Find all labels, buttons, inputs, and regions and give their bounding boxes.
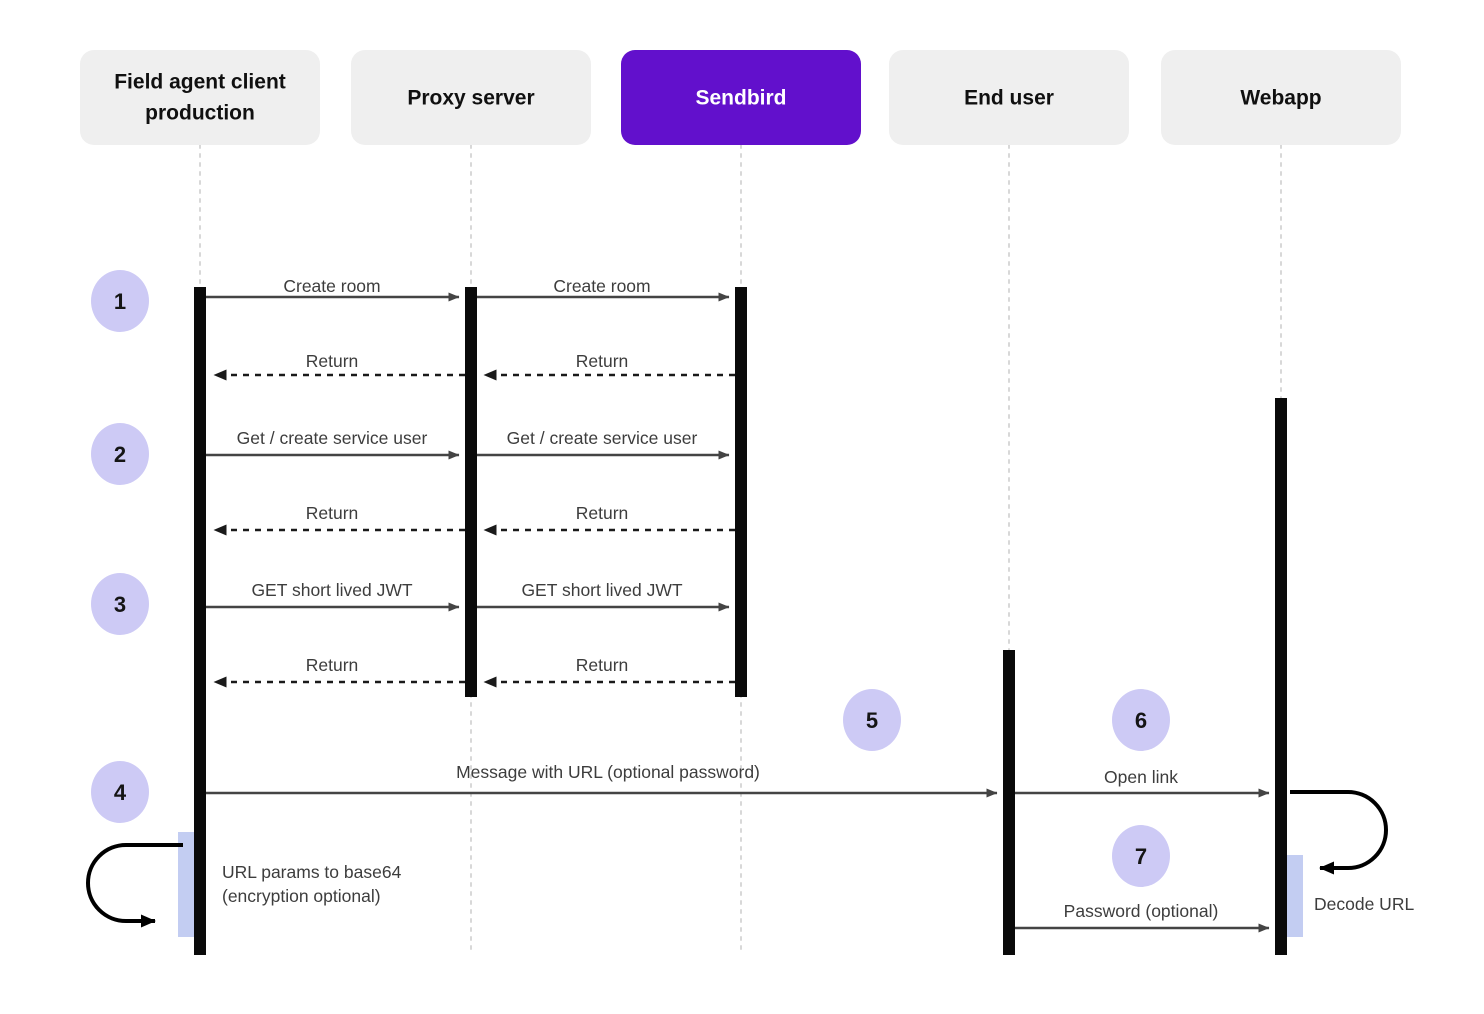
message-group-step-6: Open link <box>1015 767 1270 798</box>
step-badge-1[interactable]: 1 <box>91 270 149 332</box>
activation-accent-field-agent <box>178 832 195 937</box>
participant-label-field-agent-line2: production <box>145 102 255 125</box>
sequence-diagram-canvas: Field agent client production Proxy serv… <box>80 50 1414 955</box>
self-message-field-agent: URL params to base64 (encryption optiona… <box>86 843 402 928</box>
message-label-m2br: Return <box>576 503 629 523</box>
activation-field-agent <box>194 287 206 955</box>
step-badge-2[interactable]: 2 <box>91 423 149 485</box>
message-label-m3b: GET short lived JWT <box>521 580 682 600</box>
message-label-m3br: Return <box>576 655 629 675</box>
self-message-label-field-agent-line1: URL params to base64 <box>222 862 402 882</box>
message-label-m1b: Create room <box>553 276 650 296</box>
activation-webapp <box>1275 398 1287 955</box>
step-badge-number-4: 4 <box>114 780 127 805</box>
participant-label-proxy-server: Proxy server <box>407 87 534 110</box>
step-badge-number-2: 2 <box>114 442 126 467</box>
participant-webapp[interactable]: Webapp <box>1161 50 1401 145</box>
step-badge-number-5: 5 <box>866 708 878 733</box>
message-group-step-7: Password (optional) <box>1015 901 1270 933</box>
step-badge-number-6: 6 <box>1135 708 1147 733</box>
self-message-label-field-agent-line2: (encryption optional) <box>222 886 381 906</box>
step-badge-6[interactable]: 6 <box>1112 689 1170 751</box>
activation-proxy-server <box>465 287 477 697</box>
message-label-m7: Password (optional) <box>1064 901 1219 921</box>
message-label-m6: Open link <box>1104 767 1178 787</box>
step-badge-4[interactable]: 4 <box>91 761 149 823</box>
participant-label-end-user: End user <box>964 87 1054 110</box>
participant-headers: Field agent client production Proxy serv… <box>80 50 1401 145</box>
step-badge-3[interactable]: 3 <box>91 573 149 635</box>
step-badge-number-7: 7 <box>1135 844 1147 869</box>
message-label-m2b: Get / create service user <box>507 428 698 448</box>
message-label-m3a: GET short lived JWT <box>251 580 412 600</box>
message-label-m1a: Create room <box>283 276 380 296</box>
activation-sendbird <box>735 287 747 697</box>
participant-label-sendbird: Sendbird <box>695 87 786 110</box>
step-badge-7[interactable]: 7 <box>1112 825 1170 887</box>
participant-sendbird[interactable]: Sendbird <box>621 50 861 145</box>
message-label-m1ar: Return <box>306 351 359 371</box>
participant-end-user[interactable]: End user <box>889 50 1129 145</box>
self-message-webapp: Decode URL <box>1290 790 1414 914</box>
participant-proxy-server[interactable]: Proxy server <box>351 50 591 145</box>
participant-label-field-agent-line1: Field agent client <box>114 71 286 94</box>
message-label-m3ar: Return <box>306 655 359 675</box>
message-group-step-4: Message with URL (optional password) <box>206 762 998 798</box>
message-label-m4: Message with URL (optional password) <box>456 762 760 782</box>
message-label-m2a: Get / create service user <box>237 428 428 448</box>
message-label-m1br: Return <box>576 351 629 371</box>
self-loop-arrow-field-agent <box>86 843 183 928</box>
self-message-label-webapp-line1: Decode URL <box>1314 894 1414 914</box>
sequence-diagram: Field agent client production Proxy serv… <box>0 0 1484 1014</box>
participant-field-agent[interactable]: Field agent client production <box>80 50 320 145</box>
activation-end-user <box>1003 650 1015 955</box>
participant-box-field-agent <box>80 50 320 145</box>
message-label-m2ar: Return <box>306 503 359 523</box>
participant-label-webapp: Webapp <box>1240 87 1321 110</box>
step-badge-5[interactable]: 5 <box>843 689 901 751</box>
step-badge-number-1: 1 <box>114 289 126 314</box>
activation-accent-webapp <box>1286 855 1303 937</box>
step-badge-number-3: 3 <box>114 592 126 617</box>
self-loop-arrow-webapp <box>1290 790 1388 875</box>
